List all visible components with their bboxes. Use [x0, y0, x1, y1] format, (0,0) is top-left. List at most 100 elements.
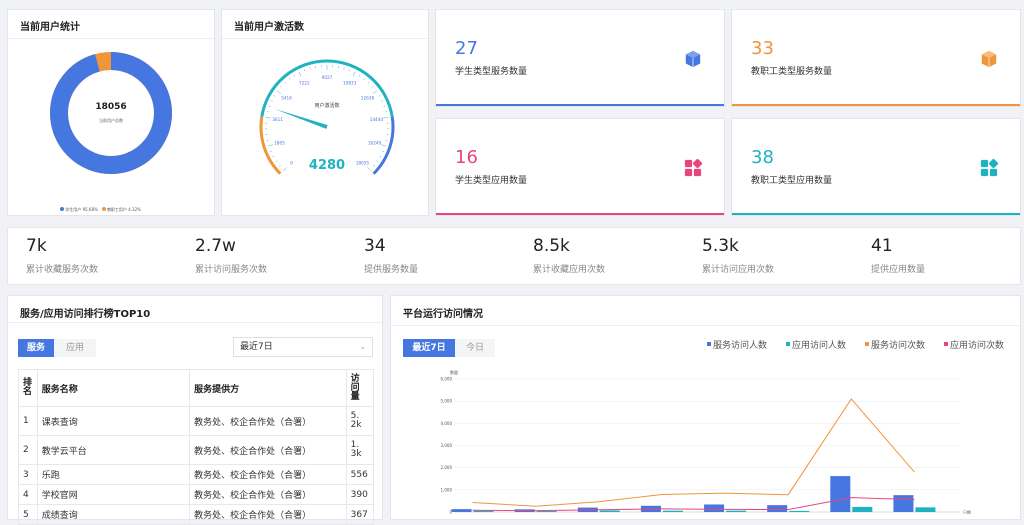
- gauge-tick-labels: 0180536115416722290271083312638144441624…: [272, 75, 383, 165]
- y-tick-label: 4,000: [441, 421, 453, 426]
- gauge-value: 4280: [309, 158, 345, 173]
- chart-bar[interactable]: [704, 504, 724, 512]
- table-row[interactable]: 3 乐跑 教务处、校企合作处（合署） 556: [19, 465, 374, 485]
- gauge-tick: [277, 91, 281, 94]
- chart-bar[interactable]: [789, 511, 809, 512]
- table-row[interactable]: 1 课表查询 教务处、校企合作处（合署） 5.2k: [19, 407, 374, 436]
- gauge-tick: [280, 86, 282, 87]
- kpi-value: 34: [364, 236, 524, 256]
- visits-cell: 5.2k: [346, 407, 373, 436]
- gauge-tick: [289, 78, 290, 80]
- kpi-item: 34提供服务数量: [364, 236, 524, 275]
- gauge-tick: [364, 78, 365, 80]
- chart-bar[interactable]: [893, 495, 913, 512]
- gauge-tick: [294, 75, 295, 77]
- stat-card-student-apps: 16 学生类型应用数量: [435, 118, 725, 216]
- gauge-tick: [373, 165, 375, 166]
- kpi-label: 累计访问应用次数: [702, 262, 862, 275]
- chart-bar[interactable]: [600, 510, 620, 512]
- y-tick-label: 5,000: [441, 399, 453, 404]
- gauge-tick: [344, 67, 345, 69]
- chart-bar[interactable]: [726, 511, 746, 512]
- kpi-value: 5.3k: [702, 236, 862, 256]
- kpi-value: 2.7w: [195, 236, 355, 256]
- gauge-tick: [353, 72, 355, 76]
- gauge-tick: [367, 167, 371, 171]
- chart-bar[interactable]: [452, 509, 472, 512]
- gauge-tick-label: 1805: [274, 140, 285, 145]
- col-provider: 服务提供方: [190, 370, 347, 407]
- legend-dot: [944, 342, 948, 346]
- legend-service-visitors[interactable]: 服务访问人数: [707, 338, 767, 351]
- chart-bar[interactable]: [915, 507, 935, 512]
- stat-card-staff-apps: 38 教职工类型应用数量: [731, 118, 1021, 216]
- chart-bar[interactable]: [830, 476, 850, 512]
- y-axis-title: 数量: [450, 369, 458, 375]
- legend-service-visits[interactable]: 服务访问次数: [865, 338, 925, 351]
- gauge-tick: [372, 86, 374, 87]
- gauge-tick: [379, 95, 381, 96]
- service-name-cell: 乐跑: [37, 465, 189, 485]
- legend-label: 服务访问次数: [871, 341, 925, 351]
- y-tick-label: 6,000: [441, 377, 453, 382]
- y-tick-label: 3,000: [441, 443, 453, 448]
- gauge-panel: 当前用户激活数 01805361154167222902710833126381…: [221, 9, 429, 216]
- rank-cell: 5: [19, 505, 38, 525]
- stat-accent-bar: [732, 104, 1020, 106]
- rank-cell: 4: [19, 485, 38, 505]
- kpi-item: 2.7w累计访问服务次数: [195, 236, 355, 275]
- tab-apps[interactable]: 应用: [54, 339, 96, 357]
- legend-label: 应用访问次数: [950, 341, 1004, 351]
- tab-last-7-days[interactable]: 最近7日: [403, 339, 455, 357]
- kpi-item: 41提供应用数量: [871, 236, 1024, 275]
- stat-accent-bar: [732, 213, 1020, 215]
- kpi-item: 8.5k累计收藏应用次数: [533, 236, 693, 275]
- chart-bar[interactable]: [663, 511, 683, 512]
- x-axis-title: 日期: [963, 509, 971, 514]
- rank-cell: 1: [19, 407, 38, 436]
- apps-grid-icon: [684, 159, 702, 177]
- visits-cell: 390: [346, 485, 373, 505]
- gauge-tick: [380, 156, 382, 157]
- apps-grid-icon: [980, 159, 998, 177]
- gauge-tick-label: 9027: [322, 75, 333, 80]
- stat-value: 33: [751, 38, 774, 59]
- service-name-cell: 教学云平台: [37, 436, 189, 465]
- platform-panel-title: 平台运行访问情况: [391, 296, 1020, 326]
- table-row[interactable]: 5 成绩查询 教务处、校企合作处（合署） 367: [19, 505, 374, 525]
- gauge-tick: [270, 151, 272, 152]
- legend-app-visitors[interactable]: 应用访问人数: [786, 338, 846, 351]
- legend-app-visits[interactable]: 应用访问次数: [944, 338, 1004, 351]
- gauge-caption: 用户激活数: [314, 102, 339, 109]
- gauge-tick-label: 18055: [356, 160, 370, 165]
- table-row[interactable]: 2 教学云平台 教务处、校企合作处（合署） 1.3k: [19, 436, 374, 465]
- service-name-cell: 学校官网: [37, 485, 189, 505]
- service-name-cell: 课表查询: [37, 407, 189, 436]
- chart-bar[interactable]: [852, 507, 872, 512]
- gauge-tick: [382, 151, 384, 152]
- legend-dot: [865, 342, 869, 346]
- visits-value: 1.3k: [351, 441, 365, 459]
- range-select-value: 最近7日: [240, 342, 273, 352]
- chart-bar[interactable]: [767, 505, 787, 512]
- table-row[interactable]: 4 学校官网 教务处、校企合作处（合署） 390: [19, 485, 374, 505]
- users-panel: 当前用户统计 18056 当前用户总数 学生用户 95.68% 教职工用户 4.…: [7, 9, 215, 216]
- tab-services[interactable]: 服务: [18, 339, 54, 357]
- gauge-tick: [377, 161, 379, 162]
- service-name-cell: 成绩查询: [37, 505, 189, 525]
- stat-accent-bar: [436, 213, 724, 215]
- kpi-strip: 7k累计收藏服务次数 2.7w累计访问服务次数 34提供服务数量 8.5k累计收…: [7, 227, 1021, 285]
- gauge-tick: [276, 161, 278, 162]
- gauge-tick-label: 16249: [368, 140, 382, 145]
- col-rank-label: 排名: [23, 379, 32, 397]
- kpi-item: 5.3k 累计访问应用次数: [702, 236, 862, 275]
- visits-value: 5.2k: [351, 412, 365, 430]
- gauge-tick-label: 14444: [370, 117, 384, 122]
- chart-bar[interactable]: [474, 511, 494, 512]
- donut-total: 18056: [95, 102, 126, 112]
- range-select[interactable]: 最近7日 ⌄: [233, 337, 373, 357]
- stat-value: 38: [751, 147, 774, 168]
- tab-today[interactable]: 今日: [455, 339, 495, 357]
- gauge-tick: [383, 106, 385, 107]
- table-header-row: 排名 服务名称 服务提供方 访问量: [19, 370, 374, 407]
